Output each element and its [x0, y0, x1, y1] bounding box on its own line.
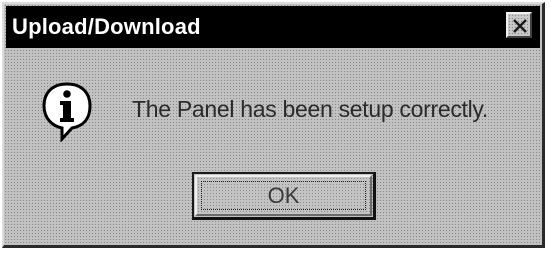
- dialog-title: Upload/Download: [12, 14, 201, 39]
- info-icon: [42, 82, 92, 142]
- title-bar[interactable]: Upload/Download: [6, 6, 540, 48]
- message-dialog: Upload/Download The Panel has been setup…: [2, 2, 545, 248]
- close-button[interactable]: [506, 12, 532, 38]
- ok-button[interactable]: OK: [192, 172, 376, 220]
- ok-button-label: OK: [267, 183, 300, 208]
- close-icon: [513, 19, 527, 33]
- dialog-message: The Panel has been setup correctly.: [132, 96, 489, 122]
